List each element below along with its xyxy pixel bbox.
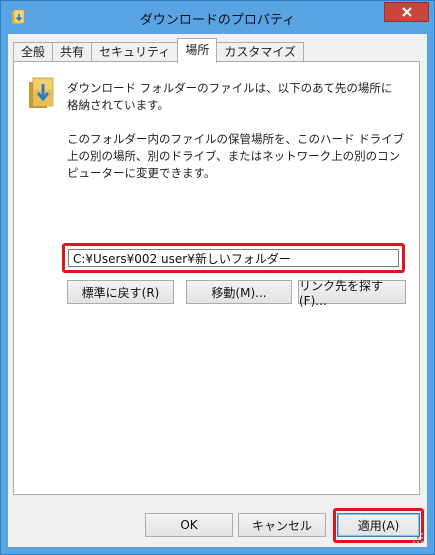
move-button[interactable]: 移動(M)... [186, 280, 292, 304]
resize-grip-icon[interactable] [412, 532, 424, 544]
downloads-folder-icon [29, 77, 54, 108]
tab-strip: 全般 共有 セキュリティ 場所 カスタマイズ [13, 38, 304, 63]
apply-button[interactable]: 適用(A) [337, 513, 420, 537]
restore-default-button[interactable]: 標準に戻す(R) [67, 280, 174, 304]
ok-button[interactable]: OK [145, 513, 233, 537]
tab-customize[interactable]: カスタマイズ [217, 42, 304, 63]
dialog-body: 全般 共有 セキュリティ 場所 カスタマイズ ダウンロード フォルダーのファイル… [8, 34, 427, 547]
cancel-button[interactable]: キャンセル [238, 513, 326, 537]
find-target-button[interactable]: リンク先を探す(F)... [298, 279, 406, 308]
location-help-text: このフォルダー内のファイルの保管場所を、このハード ドライブ上の別の場所、別のド… [67, 132, 405, 180]
tab-location[interactable]: 場所 [177, 38, 218, 63]
close-icon [401, 7, 412, 17]
path-highlight [62, 243, 405, 273]
path-input[interactable] [68, 249, 399, 267]
title-bar[interactable]: ダウンロードのプロパティ [1, 1, 434, 34]
tab-security[interactable]: セキュリティ [91, 42, 178, 63]
close-button[interactable] [384, 2, 429, 22]
properties-window: ダウンロードのプロパティ 全般 共有 セキュリティ 場所 カスタマイズ ダウンロ… [0, 0, 435, 555]
tab-general[interactable]: 全般 [13, 42, 53, 63]
location-panel: ダウンロード フォルダーのファイルは、以下のあて先の場所に格納されています。 こ… [13, 61, 420, 495]
window-title: ダウンロードのプロパティ [139, 13, 296, 28]
tab-sharing[interactable]: 共有 [52, 42, 92, 63]
location-description: ダウンロード フォルダーのファイルは、以下のあて先の場所に格納されています。 [67, 81, 393, 112]
